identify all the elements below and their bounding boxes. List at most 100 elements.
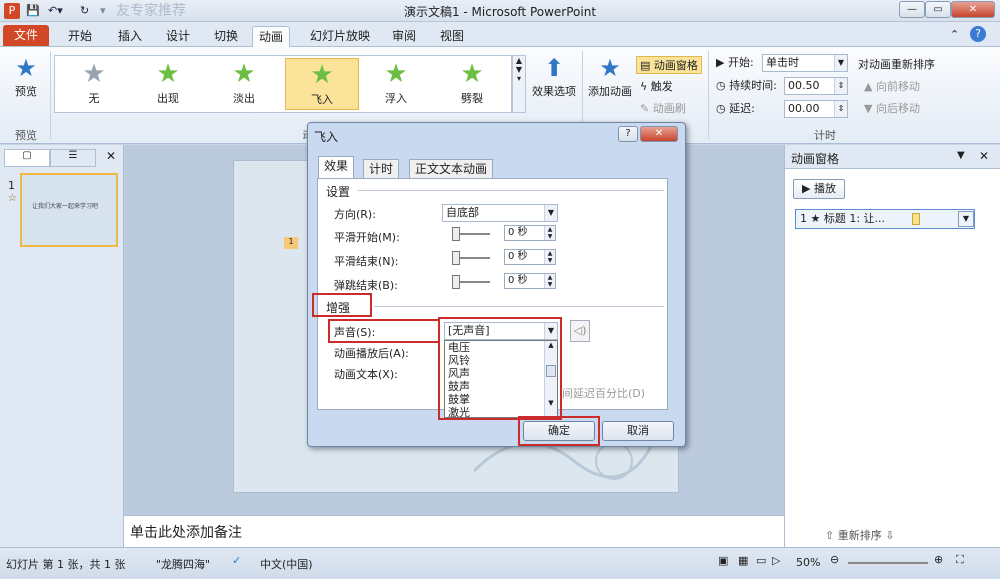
ribbon-collapse-icon[interactable]: ⌃ bbox=[950, 27, 959, 43]
animation-list-item[interactable]: 1 ★ 标题 1: 让... ▼ bbox=[795, 209, 975, 229]
gallery-item-float-in[interactable]: ★ 浮入 bbox=[365, 58, 427, 110]
slider-thumb[interactable] bbox=[452, 227, 460, 241]
spinner-icon[interactable]: ▲ ▼ bbox=[544, 250, 555, 264]
tab-timing[interactable]: 计时 bbox=[363, 159, 400, 179]
chevron-down-icon: ▼ bbox=[544, 205, 557, 221]
tab-effect[interactable]: 效果 bbox=[318, 156, 355, 179]
gallery-item-fly-in[interactable]: ★ 飞入 bbox=[285, 58, 359, 110]
highlight-box bbox=[328, 319, 440, 343]
up-arrow-icon[interactable]: ⇧ bbox=[825, 529, 838, 542]
gallery-item-none[interactable]: ★ 无 bbox=[63, 58, 125, 110]
gallery-item-label: 劈裂 bbox=[461, 92, 483, 105]
close-button[interactable]: ✕ bbox=[951, 1, 995, 18]
normal-view-icon[interactable]: ▣ bbox=[718, 554, 728, 567]
reading-view-icon[interactable]: ▭ bbox=[756, 554, 766, 567]
tab-slideshow[interactable]: 幻灯片放映 bbox=[304, 26, 376, 47]
start-dropdown[interactable]: 单击时 ▼ bbox=[762, 54, 848, 72]
animation-item-label: 1 ★ 标题 1: 让... bbox=[800, 212, 886, 225]
chevron-down-icon: ▼ bbox=[834, 55, 847, 71]
timing-group-label: 计时 bbox=[814, 129, 836, 142]
tab-insert[interactable]: 插入 bbox=[112, 26, 148, 47]
down-arrow-icon[interactable]: ⇩ bbox=[882, 529, 894, 542]
up-arrow-icon: ⬆ bbox=[543, 54, 565, 82]
spellcheck-icon[interactable]: ✓ bbox=[232, 554, 241, 567]
spinner-icon[interactable]: ▲ ▼ bbox=[544, 274, 555, 288]
play-button[interactable]: ▶ 播放 bbox=[793, 179, 845, 199]
tab-view[interactable]: 视图 bbox=[434, 26, 470, 47]
pane-close-icon[interactable]: ✕ bbox=[979, 149, 989, 163]
preview-label: 预览 bbox=[15, 85, 37, 98]
slide-thumbnail[interactable]: 让我们大家一起来学习吧 bbox=[20, 173, 118, 247]
smooth-end-slider[interactable] bbox=[452, 249, 490, 265]
trigger-button[interactable]: ϟ 触发 bbox=[640, 78, 673, 96]
separator bbox=[50, 51, 51, 139]
zoom-in-icon[interactable]: ⊕ bbox=[934, 553, 943, 566]
smooth-start-slider[interactable] bbox=[452, 225, 490, 241]
bounce-end-slider[interactable] bbox=[452, 273, 490, 289]
zoom-level[interactable]: 50% bbox=[796, 556, 820, 569]
bounce-end-input[interactable]: 0 秒 ▲ ▼ bbox=[504, 273, 556, 289]
tab-design[interactable]: 设计 bbox=[160, 26, 196, 47]
gallery-item-fade[interactable]: ★ 淡出 bbox=[213, 58, 275, 110]
tab-text-animation[interactable]: 正文文本动画 bbox=[409, 159, 494, 179]
window-title: 演示文稿1 - Microsoft PowerPoint bbox=[403, 5, 597, 19]
gallery-scroll[interactable]: ▲ ▼ ▾ bbox=[512, 55, 526, 113]
chevron-down-icon[interactable]: ▼ bbox=[958, 211, 974, 227]
slider-track bbox=[452, 275, 490, 289]
add-animation-button[interactable]: ★ 添加动画 bbox=[586, 53, 634, 99]
preview-button[interactable]: ★ 预览 bbox=[6, 53, 46, 99]
language[interactable]: 中文(中国) bbox=[260, 556, 313, 572]
tab-home[interactable]: 开始 bbox=[62, 26, 98, 47]
spinner-icon[interactable]: ▲ ▼ bbox=[544, 226, 555, 240]
move-later-label: 向后移动 bbox=[875, 102, 920, 115]
zoom-slider[interactable] bbox=[848, 562, 928, 564]
animation-marker-icon: ☆ bbox=[8, 193, 17, 204]
tab-transitions[interactable]: 切换 bbox=[208, 26, 244, 47]
reorder-text: 重新排序 bbox=[837, 529, 882, 542]
sorter-view-icon[interactable]: ▦ bbox=[738, 554, 748, 567]
move-earlier-button[interactable]: ▲ 向前移动 bbox=[864, 78, 920, 96]
down-triangle-icon: ▼ bbox=[864, 102, 876, 115]
smooth-start-input[interactable]: 0 秒 ▲ ▼ bbox=[504, 225, 556, 241]
zoom-out-icon[interactable]: ⊖ bbox=[830, 553, 839, 566]
help-icon[interactable]: ? bbox=[970, 26, 986, 42]
slides-tab[interactable]: ▢ bbox=[4, 149, 50, 167]
slider-thumb[interactable] bbox=[452, 251, 460, 265]
tab-review[interactable]: 审阅 bbox=[386, 26, 422, 47]
close-panel-icon[interactable]: ✕ bbox=[106, 149, 116, 163]
start-value: 单击时 bbox=[766, 56, 799, 69]
after-animation-label: 动画播放后(A): bbox=[334, 347, 409, 360]
tab-file[interactable]: 文件 bbox=[3, 25, 49, 46]
minimize-button[interactable]: — bbox=[899, 1, 925, 18]
move-earlier-label: 向前移动 bbox=[875, 80, 920, 93]
notes-pane[interactable]: 单击此处添加备注 bbox=[124, 515, 784, 547]
effect-options-button[interactable]: ⬆ 效果选项 bbox=[528, 53, 580, 99]
smooth-end-input[interactable]: 0 秒 ▲ ▼ bbox=[504, 249, 556, 265]
effect-options-label: 效果选项 bbox=[532, 85, 576, 98]
gallery-item-label: 浮入 bbox=[385, 92, 407, 105]
duration-input[interactable]: 00.50 ⇕ bbox=[784, 77, 848, 95]
maximize-button[interactable]: ▭ bbox=[925, 1, 951, 18]
pane-menu-icon[interactable]: ▼ bbox=[957, 150, 965, 161]
move-later-button[interactable]: ▼ 向后移动 bbox=[864, 100, 920, 118]
fit-window-icon[interactable]: ⛶ bbox=[956, 553, 964, 567]
tab-animations[interactable]: 动画 bbox=[252, 26, 291, 47]
cancel-button[interactable]: 取消 bbox=[602, 421, 674, 441]
animation-painter-button[interactable]: ✎ 动画刷 bbox=[640, 100, 686, 118]
delay-input[interactable]: 00.00 ⇕ bbox=[784, 100, 848, 118]
animation-pane-button[interactable]: ▤ 动画窗格 bbox=[636, 56, 702, 74]
slides-panel: ▢ ☰ ✕ 1 ☆ 让我们大家一起来学习吧 bbox=[0, 145, 124, 547]
gallery-item-appear[interactable]: ★ 出现 bbox=[137, 58, 199, 110]
speaker-icon[interactable]: ◁) bbox=[570, 320, 590, 342]
timing-bar bbox=[912, 213, 920, 225]
dialog-close-button[interactable]: ✕ bbox=[640, 126, 678, 142]
help-button[interactable]: ? bbox=[618, 126, 638, 142]
play-icon: ▶ bbox=[802, 182, 814, 195]
slider-thumb[interactable] bbox=[452, 275, 460, 289]
direction-dropdown[interactable]: 自底部 ▼ bbox=[442, 204, 558, 222]
outline-tab[interactable]: ☰ bbox=[50, 149, 96, 167]
highlight-box bbox=[438, 317, 562, 420]
slideshow-view-icon[interactable]: ▷ bbox=[772, 554, 780, 567]
outline-tab-icon: ☰ bbox=[68, 150, 78, 161]
gallery-item-split[interactable]: ★ 劈裂 bbox=[441, 58, 503, 110]
